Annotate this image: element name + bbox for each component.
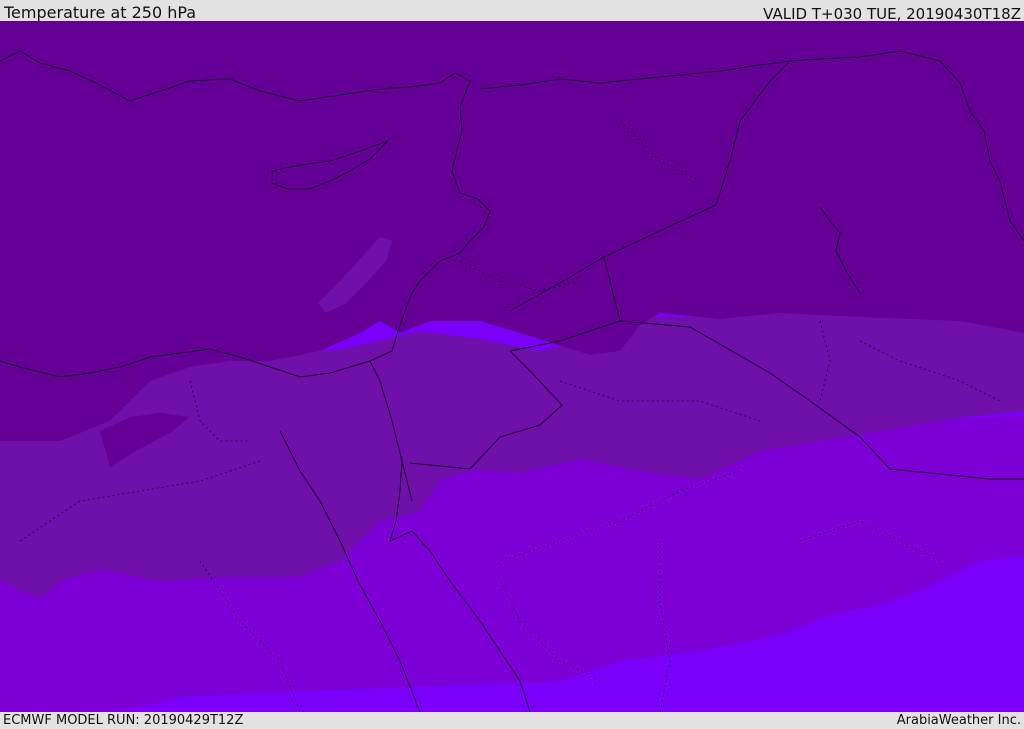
footer-bar: ECMWF MODEL RUN: 20190429T12Z ArabiaWeat… bbox=[0, 712, 1024, 729]
temperature-map bbox=[0, 21, 1024, 712]
map-viewer: Temperature at 250 hPa VALID T+030 TUE, … bbox=[0, 0, 1024, 729]
map-title: Temperature at 250 hPa bbox=[4, 3, 197, 22]
model-run-label: ECMWF MODEL RUN: 20190429T12Z bbox=[3, 713, 244, 728]
map-canvas bbox=[0, 21, 1024, 712]
credit-label: ArabiaWeather Inc. bbox=[896, 713, 1021, 728]
header-bar: Temperature at 250 hPa VALID T+030 TUE, … bbox=[0, 0, 1024, 23]
